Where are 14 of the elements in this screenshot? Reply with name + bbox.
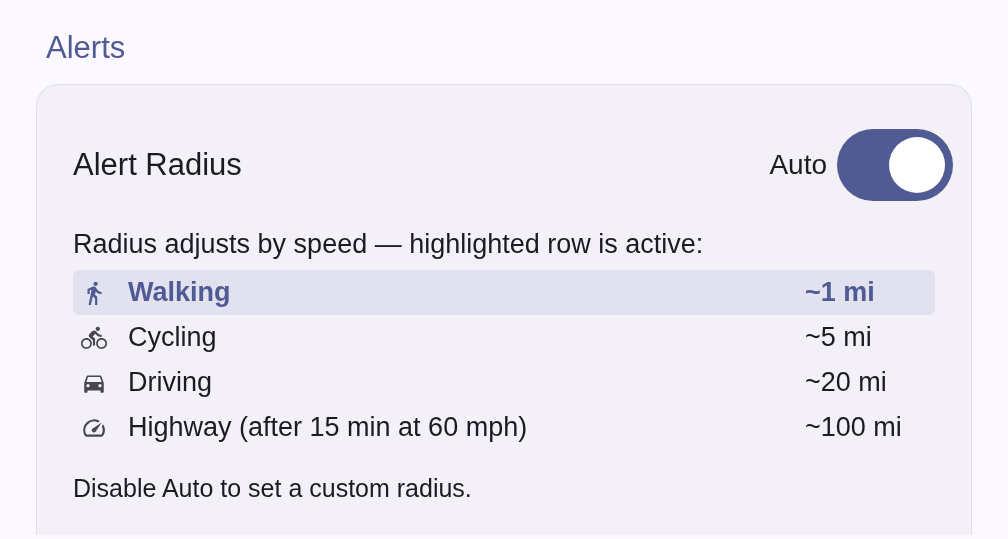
note-text: Disable Auto to set a custom radius. [73,474,473,503]
intro-text: Radius adjusts by speed — highlighted row is active: [73,229,705,260]
radius-value: ~100 mi [805,412,903,443]
radius-value: ~5 mi [805,322,873,353]
section-title: Alerts [46,30,126,66]
card-title: Alert Radius [73,147,242,183]
cyclist-icon [81,324,107,351]
radius-value: ~1 mi [805,277,876,308]
mode-label: Cycling [128,322,218,353]
radius-value: ~20 mi [805,367,888,398]
auto-label: Auto [769,149,827,181]
mode-label: Driving [128,367,214,398]
mode-label: Highway (after 15 min at 60 mph) [128,412,529,443]
mode-label: Walking [128,277,232,308]
